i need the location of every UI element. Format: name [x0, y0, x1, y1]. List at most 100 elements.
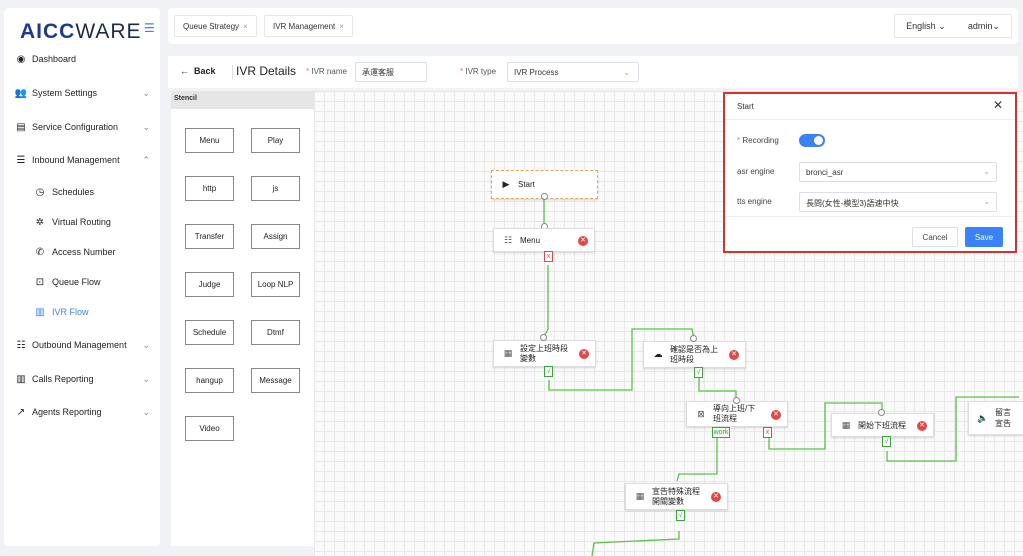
announce-port-ok[interactable]: √: [676, 510, 685, 521]
node-port-dot[interactable]: [733, 397, 740, 404]
stencil-menu[interactable]: Menu: [185, 128, 234, 153]
user-menu[interactable]: admin⌄: [968, 21, 1000, 32]
delete-node-icon[interactable]: ✕: [711, 492, 721, 502]
sidebar-item-calls-reporting[interactable]: ▥ Calls Reporting ⌄: [14, 368, 160, 390]
edge-announce-next: [591, 531, 680, 556]
save-button[interactable]: Save: [965, 227, 1003, 247]
stencil-http[interactable]: http: [185, 176, 234, 201]
list-icon: ☰: [16, 154, 26, 166]
stencil-judge[interactable]: Judge: [185, 272, 234, 297]
delete-node-icon[interactable]: ✕: [578, 236, 588, 246]
users-icon: 👥: [14, 87, 28, 99]
sidebar-subitem-virtual-routing[interactable]: ✲ Virtual Routing: [34, 211, 160, 233]
sidebar-subitem-queue-flow[interactable]: ⊡ Queue Flow: [34, 271, 160, 293]
tab-queue-strategy[interactable]: Queue Strategy ×: [174, 15, 257, 37]
language-select[interactable]: English ⌄: [906, 21, 946, 32]
delete-node-icon[interactable]: ✕: [771, 410, 781, 420]
stencil-message[interactable]: Message: [251, 368, 300, 393]
flow-node-begin-off[interactable]: ▦ 開始下班流程 ✕: [831, 413, 934, 437]
asr-engine-select[interactable]: bronci_asr ⌄: [799, 162, 997, 182]
flow-node-menu[interactable]: ☷ Menu ✕: [493, 228, 595, 252]
app-logo: AICCWARE: [20, 20, 142, 43]
sidebar-subitem-ivr-flow[interactable]: ▥ IVR Flow: [34, 301, 160, 323]
top-bar: Queue Strategy × IVR Management × English …: [168, 8, 1018, 44]
image-icon: ⊠: [697, 408, 705, 419]
node-label-block: 宣告特殊流程 開關變數: [652, 487, 700, 507]
stencil-transfer[interactable]: Transfer: [185, 224, 234, 249]
node-port-dot[interactable]: [690, 335, 697, 342]
sidebar-item-outbound-management[interactable]: ☷ Outbound Management ⌄: [14, 334, 160, 356]
stencil-hangup[interactable]: hangup: [185, 368, 234, 393]
node-label-block: 確認是否為上 班時段: [670, 345, 718, 365]
flow-node-guide[interactable]: ⊠ 導向上班/下 班流程 ✕: [686, 401, 788, 427]
sidebar-subitem-label: IVR Flow: [52, 307, 89, 317]
chevron-down-icon: ⌄: [938, 20, 946, 31]
node-label: 設定上班時段: [520, 343, 568, 353]
sidebar-item-dashboard[interactable]: ◉ Dashboard: [14, 48, 160, 70]
speaker-icon: 🔈: [977, 412, 989, 423]
cancel-button[interactable]: Cancel: [912, 227, 958, 247]
chevron-down-icon: ⌄: [142, 87, 150, 98]
node-port-dot[interactable]: [540, 334, 547, 341]
stencil-assign[interactable]: Assign: [251, 224, 300, 249]
stencil-schedule[interactable]: Schedule: [185, 320, 234, 345]
set-var-port-ok[interactable]: √: [544, 366, 553, 377]
menu-icon: ☷: [503, 234, 513, 245]
guide-port-x[interactable]: x: [763, 427, 772, 438]
cloud-icon: ☁: [653, 349, 663, 359]
play-icon: ▶: [502, 179, 510, 189]
node-label: 宣告特殊流程: [652, 486, 700, 496]
node-label: 變數: [520, 353, 536, 363]
tab-ivr-management[interactable]: IVR Management ×: [264, 15, 353, 37]
flow-node-message[interactable]: 🔈 留言 宣告: [968, 401, 1023, 435]
sidebar-item-inbound-management[interactable]: ☰ Inbound Management ⌃: [14, 149, 160, 171]
sidebar-subitem-schedules[interactable]: ◷ Schedules: [34, 181, 160, 203]
check-port-ok[interactable]: √: [694, 367, 703, 378]
sidebar-item-label: Inbound Management: [32, 155, 120, 165]
ivr-type-select[interactable]: IVR Process ⌄: [507, 62, 639, 82]
stencil-js[interactable]: js: [251, 176, 300, 201]
tts-engine-select[interactable]: 長問(女性-模型3)語速中快 ⌄: [799, 192, 997, 212]
edge-check-guide: [698, 378, 737, 401]
stencil-loop-nlp[interactable]: Loop NLP: [251, 272, 300, 297]
delete-node-icon[interactable]: ✕: [917, 421, 927, 431]
close-icon[interactable]: ×: [243, 22, 248, 31]
delete-node-icon[interactable]: ✕: [579, 349, 589, 359]
header-user-box: English ⌄ admin⌄: [894, 14, 1012, 38]
begin-off-port-ok[interactable]: √: [882, 436, 891, 447]
variable-icon: ▦: [503, 348, 513, 358]
sidebar-subitem-access-number[interactable]: ✆ Access Number: [34, 241, 160, 263]
chevron-up-icon: ⌃: [142, 154, 150, 165]
stencil-dtmf[interactable]: Dtmf: [251, 320, 300, 345]
ivr-name-input[interactable]: 承運客服: [355, 62, 427, 82]
flow-node-set-var[interactable]: ▦ 設定上班時段 變數 ✕: [493, 340, 596, 367]
edge-guide-announce: [676, 436, 718, 482]
stencil-video[interactable]: Video: [185, 416, 234, 441]
edge-menu-set: [543, 265, 549, 338]
node-port-dot[interactable]: [541, 193, 548, 200]
page-title: IVR Details: [236, 64, 297, 78]
node-port-dot[interactable]: [878, 409, 885, 416]
variable-icon: ▦: [635, 491, 645, 501]
close-icon[interactable]: ✕: [993, 98, 1003, 112]
sidebar-item-system-settings[interactable]: 👥 System Settings ⌄: [14, 82, 160, 104]
flow-node-check[interactable]: ☁ 確認是否為上 班時段 ✕: [643, 341, 746, 368]
stencil-play[interactable]: Play: [251, 128, 300, 153]
node-label: 開關變數: [652, 496, 684, 506]
ivr-name-label: * IVR name: [306, 67, 347, 76]
node-label: 留言: [995, 408, 1011, 417]
close-icon[interactable]: ×: [339, 22, 344, 31]
delete-node-icon[interactable]: ✕: [729, 350, 739, 360]
recording-toggle[interactable]: [799, 134, 825, 147]
menu-toggle-icon[interactable]: ☰: [144, 22, 158, 34]
tab-label: IVR Management: [273, 21, 336, 31]
asr-engine-label: asr engine: [737, 167, 775, 176]
sidebar-item-agents-reporting[interactable]: ↗ Agents Reporting ⌄: [14, 401, 160, 423]
guide-port-work[interactable]: work: [712, 427, 730, 438]
back-button[interactable]: ← Back: [180, 66, 216, 76]
sidebar-item-service-configuration[interactable]: ▤ Service Configuration ⌄: [14, 116, 160, 138]
flow-node-announce[interactable]: ▦ 宣告特殊流程 開關變數 ✕: [625, 483, 728, 510]
menu-port-x[interactable]: x: [544, 251, 553, 262]
node-label: 導向上班/下: [713, 404, 756, 413]
chevron-down-icon: ⌄: [142, 121, 150, 132]
